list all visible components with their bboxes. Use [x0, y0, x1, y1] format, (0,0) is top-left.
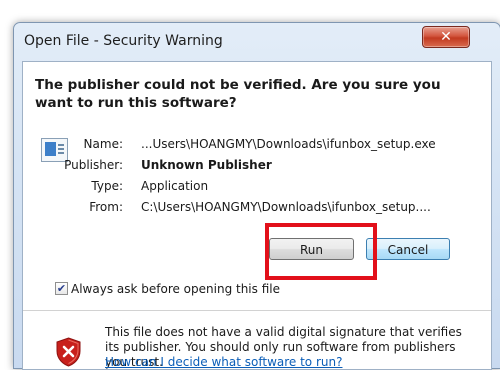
detail-value-type: Application: [141, 179, 209, 193]
detail-label-name: Name:: [83, 137, 123, 151]
close-icon: ✕: [440, 29, 452, 45]
detail-value-from: C:\Users\HOANGMY\Downloads\ifunbox_setup…: [141, 200, 431, 214]
cancel-button[interactable]: Cancel: [366, 238, 450, 260]
detail-label-publisher: Publisher:: [64, 158, 123, 172]
run-button-highlight: [265, 223, 377, 280]
security-shield-error-icon: [56, 337, 81, 367]
close-button[interactable]: ✕: [422, 26, 470, 48]
detail-value-publisher: Unknown Publisher: [141, 158, 272, 172]
help-link[interactable]: How can I decide what software to run?: [105, 355, 342, 369]
security-warning-dialog: Open File - Security Warning ✕ The publi…: [13, 22, 500, 370]
dialog-content: The publisher could not be verified. Are…: [22, 61, 492, 370]
warning-heading: The publisher could not be verified. Are…: [35, 77, 441, 111]
detail-value-name: ...Users\HOANGMY\Downloads\ifunbox_setup…: [141, 137, 436, 151]
divider: [23, 310, 491, 311]
detail-label-from: From:: [89, 200, 123, 214]
always-ask-label[interactable]: Always ask before opening this file: [71, 282, 280, 296]
checkmark-icon: ✔: [56, 282, 67, 295]
dialog-title: Open File - Security Warning: [24, 33, 223, 49]
always-ask-checkbox[interactable]: ✔: [55, 282, 68, 295]
detail-label-type: Type:: [91, 179, 123, 193]
